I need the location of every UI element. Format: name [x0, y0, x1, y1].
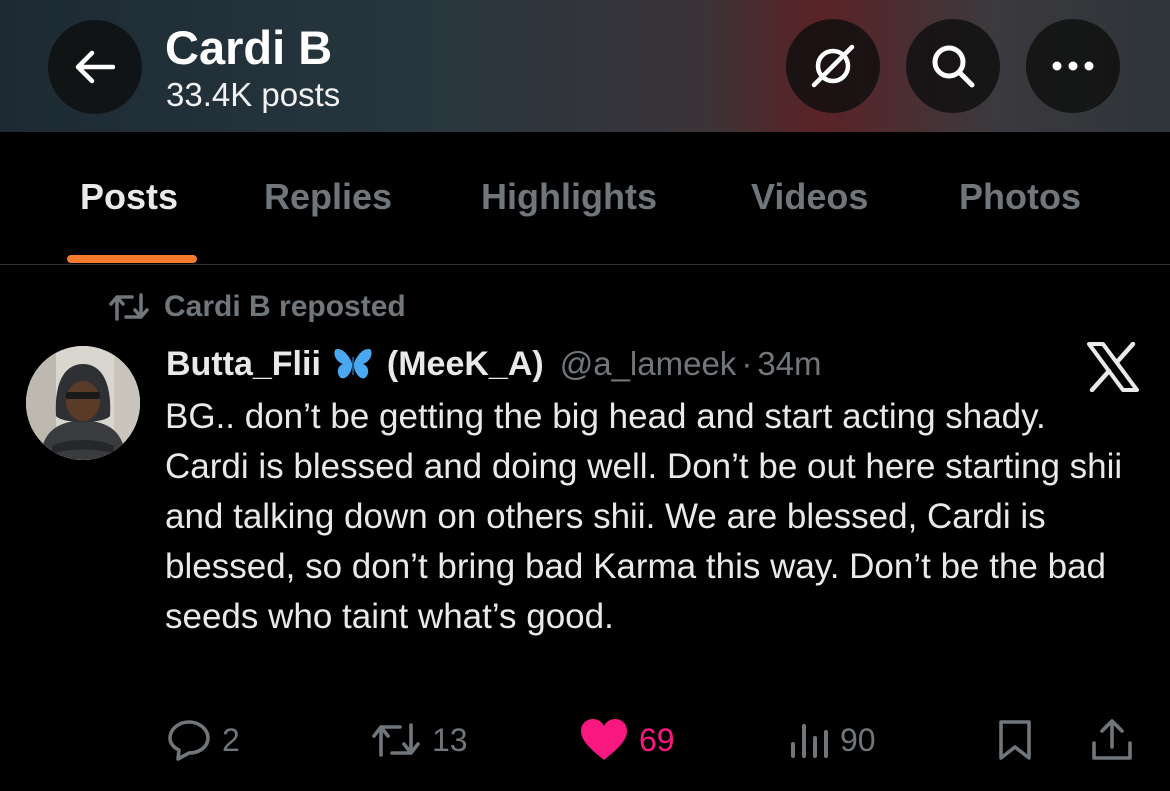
author-handle[interactable]: @a_lameek	[560, 345, 737, 383]
tab-posts[interactable]: Posts	[80, 176, 178, 218]
like-button[interactable]: 69	[579, 712, 675, 768]
reply-button[interactable]: 2	[166, 712, 240, 768]
bookmark-icon	[999, 720, 1031, 760]
grok-icon	[811, 44, 855, 88]
share-icon	[1092, 719, 1132, 760]
views-count: 90	[840, 721, 876, 758]
x-logo-icon	[1087, 342, 1139, 392]
repost-indicator[interactable]: Cardi B reposted	[108, 289, 406, 325]
active-tab-indicator	[67, 255, 197, 263]
share-button[interactable]	[1090, 712, 1134, 768]
repost-icon	[109, 293, 149, 321]
bookmark-button[interactable]	[996, 712, 1034, 768]
butterfly-icon	[333, 347, 373, 381]
reply-icon	[168, 720, 210, 761]
tab-highlights[interactable]: Highlights	[481, 176, 657, 218]
views-button[interactable]: 90	[788, 712, 876, 768]
like-count: 69	[639, 721, 675, 758]
views-chart-icon	[791, 724, 828, 758]
post-time[interactable]: 34m	[757, 345, 821, 383]
profile-name: Cardi B	[165, 21, 333, 74]
heart-icon	[581, 719, 627, 760]
search-button[interactable]	[906, 19, 1000, 113]
profile-tabs: Posts Replies Highlights Videos Photos	[0, 132, 1170, 265]
repost-count: 13	[432, 721, 468, 758]
back-button[interactable]	[48, 20, 142, 114]
repost-action-icon	[372, 723, 420, 757]
tab-videos[interactable]: Videos	[751, 176, 868, 218]
avatar-image	[26, 346, 140, 460]
tab-photos[interactable]: Photos	[959, 176, 1081, 218]
post-text: BG.. don’t be getting the big head and s…	[165, 397, 1123, 636]
post-count: 33.4K posts	[166, 76, 341, 113]
post-actions: 2 13 69 90	[0, 712, 1170, 768]
more-button[interactable]	[1026, 19, 1120, 113]
profile-header: Cardi B 33.4K posts	[0, 0, 1170, 132]
repost-button[interactable]: 13	[370, 712, 468, 768]
avatar[interactable]	[26, 346, 140, 460]
grok-button[interactable]	[786, 19, 880, 113]
search-icon	[932, 45, 975, 88]
back-arrow-icon	[75, 50, 115, 84]
author-name-suffix[interactable]: (MeeK_A)	[387, 345, 544, 384]
repost-label: Cardi B reposted	[164, 290, 406, 323]
meta-separator: ·	[741, 345, 753, 382]
post-header: Butta_Flii (MeeK_A) @a_lameek · 34m	[166, 342, 822, 386]
more-icon	[1052, 61, 1094, 71]
author-name[interactable]: Butta_Flii	[166, 345, 321, 384]
tab-replies[interactable]: Replies	[264, 176, 392, 218]
reply-count: 2	[222, 721, 240, 758]
